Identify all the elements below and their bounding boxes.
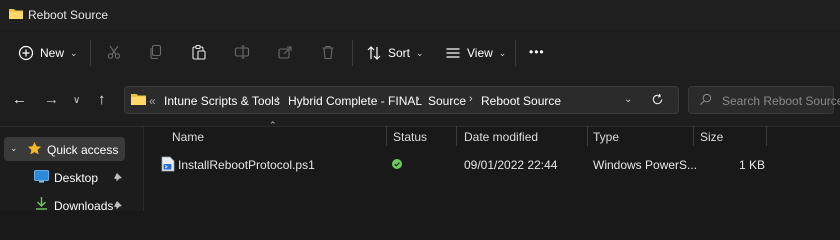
search-icon: [700, 93, 712, 105]
desktop-icon: [34, 170, 49, 183]
breadcrumb-item[interactable]: Source: [428, 94, 466, 108]
view-label: View: [467, 46, 493, 60]
chevron-down-icon: ⌄: [70, 47, 78, 58]
share-icon[interactable]: [277, 44, 293, 60]
paste-icon[interactable]: [191, 44, 207, 60]
chevron-down-icon: ⌄: [498, 47, 507, 58]
back-arrow-icon[interactable]: ←: [12, 91, 27, 108]
new-label: New: [40, 46, 65, 60]
file-type: Windows PowerS...: [593, 158, 698, 172]
column-header-status[interactable]: Status: [393, 130, 427, 144]
column-divider[interactable]: [456, 126, 457, 146]
chevron-down-icon: ⌄: [416, 47, 424, 58]
pin-icon: [114, 173, 122, 182]
column-header-name[interactable]: Name: [172, 130, 204, 144]
refresh-icon[interactable]: [651, 93, 664, 106]
copy-icon[interactable]: [148, 44, 164, 60]
toolbar-divider: [90, 40, 91, 66]
star-icon: [27, 141, 42, 155]
status-synced-icon: [392, 159, 402, 169]
column-header-size[interactable]: Size: [700, 130, 723, 144]
forward-arrow-icon[interactable]: →: [44, 91, 59, 108]
file-date-modified: 09/01/2022 22:44: [464, 158, 558, 172]
sidebar-item-label: Downloads: [54, 199, 114, 213]
sort-ascending-icon: ⌃: [269, 120, 277, 130]
chevron-down-icon[interactable]: ⌄: [10, 143, 18, 154]
breadcrumb-current[interactable]: Reboot Source: [481, 94, 561, 108]
sidebar-item-label: Quick access: [47, 143, 119, 157]
sort-button[interactable]: Sort ⌄: [366, 45, 424, 61]
breadcrumb-separator[interactable]: ›: [416, 93, 420, 105]
search-placeholder: Search Reboot Source: [722, 94, 840, 108]
toolbar-divider: [515, 40, 516, 66]
sidebar-item-label: Desktop: [54, 171, 99, 185]
folder-icon: [131, 94, 146, 105]
breadcrumb-separator[interactable]: ›: [276, 93, 280, 105]
new-button[interactable]: New ⌄: [18, 45, 78, 61]
file-name[interactable]: InstallRebootProtocol.ps1: [178, 158, 315, 172]
breadcrumb-item[interactable]: Hybrid Complete - FINAL: [288, 94, 422, 108]
plus-circle-icon: [18, 45, 34, 61]
download-icon: [36, 197, 47, 210]
sort-label: Sort: [388, 46, 411, 60]
view-button[interactable]: View ⌄: [445, 45, 506, 61]
sort-icon: [367, 46, 381, 60]
column-divider[interactable]: [386, 126, 387, 146]
column-divider[interactable]: [766, 126, 767, 146]
file-size: 1 KB: [739, 158, 766, 172]
address-dropdown-icon[interactable]: ⌄: [624, 94, 632, 105]
up-arrow-icon[interactable]: ↑: [98, 91, 106, 108]
view-list-icon: [446, 48, 460, 58]
breadcrumb-overflow[interactable]: «: [149, 94, 156, 108]
folder-icon: [9, 9, 23, 19]
breadcrumb-item[interactable]: Intune Scripts & Tools: [164, 94, 280, 108]
more-options-button[interactable]: •••: [529, 45, 545, 59]
window-title: Reboot Source: [28, 8, 109, 22]
pin-icon: [114, 201, 122, 210]
toolbar-divider: [352, 40, 353, 66]
powershell-script-icon: [161, 156, 175, 172]
column-divider[interactable]: [587, 126, 588, 146]
column-header-date-modified[interactable]: Date modified: [464, 130, 538, 144]
title-bar: [0, 0, 840, 30]
delete-icon[interactable]: [320, 44, 336, 60]
rename-icon[interactable]: [234, 44, 250, 60]
cut-icon[interactable]: [106, 44, 122, 60]
breadcrumb-separator[interactable]: ›: [469, 93, 473, 105]
recent-locations-icon[interactable]: ∨: [73, 95, 80, 106]
column-header-type[interactable]: Type: [593, 130, 619, 144]
column-divider[interactable]: [693, 126, 694, 146]
